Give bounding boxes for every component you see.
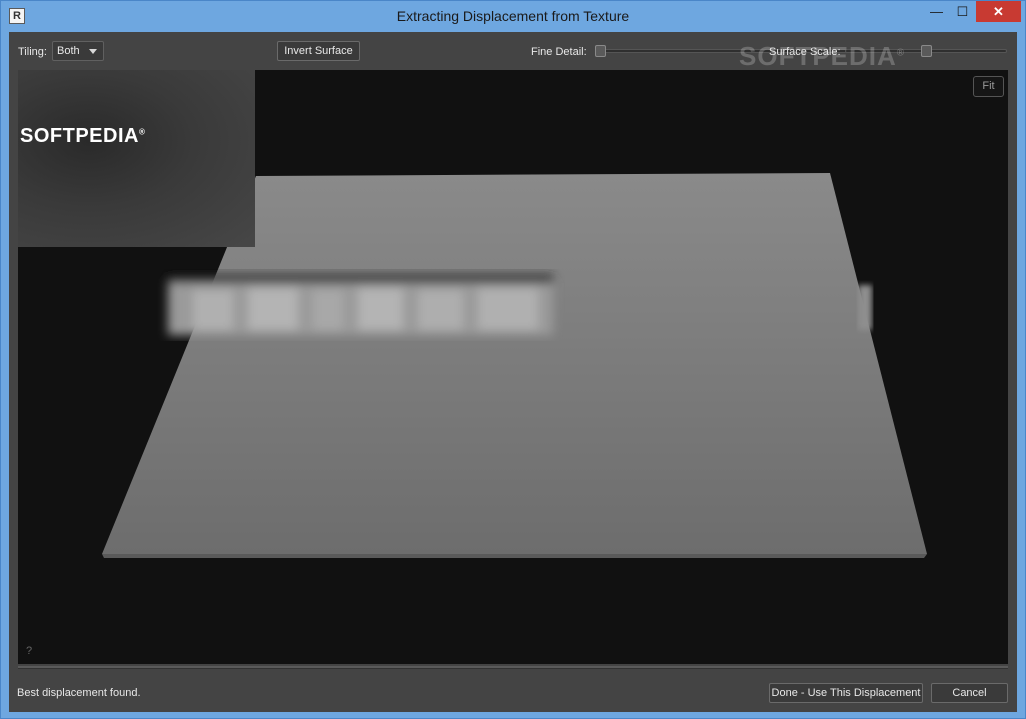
invert-surface-button[interactable]: Invert Surface [277,41,360,61]
tiling-dropdown[interactable]: Both [52,41,104,61]
fine-detail-slider-handle[interactable] [595,45,606,57]
watermark-mark: ® [896,47,906,59]
thumbnail-logo: SOFTPEDIA® [20,125,145,148]
minimize-button[interactable]: — [924,1,949,22]
dialog-body: Tiling: Both Invert Surface Fine Detail:… [9,32,1017,712]
plane-edge [102,554,927,558]
status-divider [18,666,1008,669]
done-use-displacement-button[interactable]: Done - Use This Displacement [769,683,923,703]
tiling-label: Tiling: [18,46,47,58]
fine-detail-label: Fine Detail: [531,46,587,58]
title-bar[interactable]: R Extracting Displacement from Texture —… [1,1,1025,32]
fit-button[interactable]: Fit [973,76,1004,97]
help-icon[interactable]: ? [22,644,36,658]
dialog-window: R Extracting Displacement from Texture —… [0,0,1026,719]
maximize-button[interactable]: ☐ [950,1,975,22]
thumbnail-logo-text: SOFTPEDIA [20,125,139,147]
chevron-down-icon [89,49,97,54]
plane-edge-bump [858,285,872,330]
thumbnail-logo-mark: ® [138,127,146,137]
embossed-text-relief [168,275,553,335]
status-message: Best displacement found. [17,687,141,699]
displacement-viewport[interactable]: SOFTPEDIA® Fit ? [18,70,1008,664]
texture-thumbnail: SOFTPEDIA® [18,70,255,247]
surface-scale-label: Surface Scale: [769,46,841,58]
cancel-button[interactable]: Cancel [931,683,1008,703]
surface-scale-slider-handle[interactable] [920,45,932,57]
tiling-selected-value: Both [57,45,80,57]
close-button[interactable]: ✕ [976,1,1021,22]
window-title: Extracting Displacement from Texture [396,8,630,24]
